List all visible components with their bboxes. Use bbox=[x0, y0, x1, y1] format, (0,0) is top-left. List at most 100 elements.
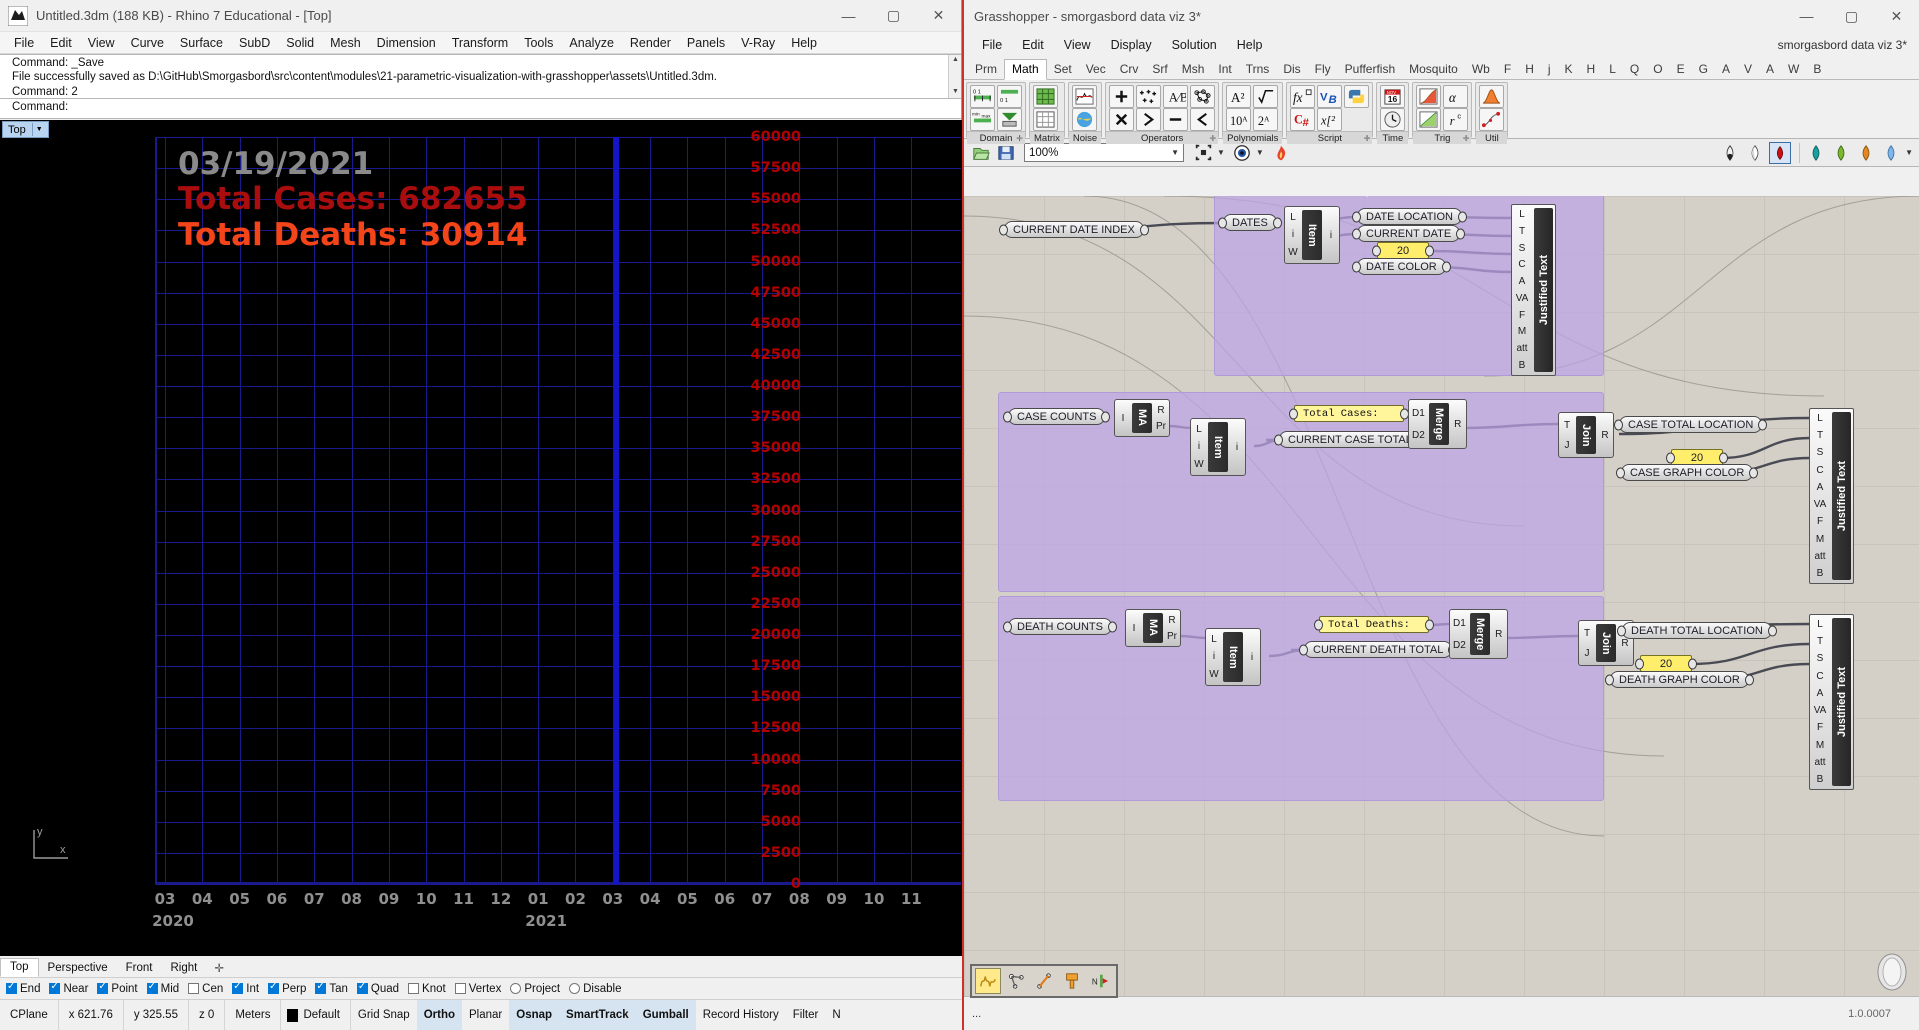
gh-tab-srf-5[interactable]: Srf bbox=[1145, 60, 1174, 79]
noise-perlin-icon[interactable] bbox=[1072, 108, 1097, 131]
checkbox-icon[interactable] bbox=[147, 983, 158, 994]
viewport-tab-perspective[interactable]: Perspective bbox=[39, 960, 117, 977]
gh-tab-w-27[interactable]: W bbox=[1781, 60, 1806, 79]
rhino-viewport[interactable]: Top ▼ 03/19/2021 Total Cases: 682655 Tot… bbox=[0, 120, 962, 956]
gh-tab-o-21[interactable]: O bbox=[1646, 60, 1669, 79]
vb-icon[interactable]: VB bbox=[1317, 85, 1342, 108]
square-root-icon[interactable] bbox=[1253, 85, 1278, 108]
chevron-down-icon[interactable]: ▼ bbox=[1171, 148, 1179, 157]
osnap-point[interactable]: Point bbox=[97, 983, 137, 995]
gh-param-date-color[interactable]: DATE COLOR bbox=[1357, 258, 1446, 275]
status-units[interactable]: Meters bbox=[225, 1000, 281, 1030]
checkbox-icon[interactable] bbox=[268, 983, 279, 994]
rhino-menu-analyze[interactable]: Analyze bbox=[561, 34, 621, 52]
viewport-title-tab[interactable]: Top ▼ bbox=[2, 121, 49, 138]
input-port[interactable] bbox=[1616, 467, 1625, 478]
calendar-icon[interactable]: NOV16 bbox=[1380, 85, 1405, 108]
checkbox-icon[interactable] bbox=[97, 983, 108, 994]
checkbox-icon[interactable] bbox=[188, 983, 199, 994]
osnap-end[interactable]: End bbox=[6, 983, 40, 995]
osnap-mid[interactable]: Mid bbox=[147, 983, 180, 995]
gh-component-item-deaths[interactable]: L i W Item i bbox=[1205, 628, 1261, 686]
input-port[interactable] bbox=[1003, 621, 1012, 632]
gh-tab-vec-3[interactable]: Vec bbox=[1079, 60, 1113, 79]
squiggle-widget-icon[interactable] bbox=[975, 968, 1001, 994]
rhino-menu-panels[interactable]: Panels bbox=[679, 34, 733, 52]
rhino-menu-help[interactable]: Help bbox=[783, 34, 825, 52]
input-port[interactable] bbox=[1274, 434, 1283, 445]
expand-icon[interactable]: ✛ bbox=[1463, 132, 1470, 145]
scroll-up-icon[interactable]: ▲ bbox=[949, 55, 961, 66]
csharp-icon[interactable]: C# bbox=[1290, 108, 1315, 131]
status-toggle-record-history[interactable]: Record History bbox=[696, 1000, 786, 1030]
input-port[interactable] bbox=[999, 224, 1008, 235]
rhino-menu-tools[interactable]: Tools bbox=[516, 34, 561, 52]
osnap-cen[interactable]: Cen bbox=[188, 983, 223, 995]
expand-icon[interactable]: ✛ bbox=[1209, 132, 1216, 145]
python-icon[interactable] bbox=[1344, 85, 1369, 108]
gh-param-case-graph-color[interactable]: CASE GRAPH COLOR bbox=[1621, 464, 1753, 481]
checkbox-icon[interactable] bbox=[357, 983, 368, 994]
input-port[interactable] bbox=[1352, 211, 1361, 222]
gh-component-item-date[interactable]: L i W Item i bbox=[1284, 206, 1340, 264]
checkbox-icon[interactable] bbox=[49, 983, 60, 994]
chevron-down-icon[interactable]: ▼ bbox=[1905, 148, 1913, 157]
gh-tab-v-25[interactable]: V bbox=[1737, 60, 1759, 79]
rhino-menu-vray[interactable]: V-Ray bbox=[733, 34, 783, 52]
gh-param-current-death-total[interactable]: CURRENT DEATH TOTAL bbox=[1304, 641, 1452, 658]
gh-tab-dis-9[interactable]: Dis bbox=[1276, 60, 1307, 79]
chevron-down-icon[interactable]: ▼ bbox=[1256, 148, 1264, 157]
status-layer[interactable]: Default bbox=[281, 1000, 350, 1030]
evaluate-icon[interactable]: x[² bbox=[1317, 108, 1342, 131]
gh-menu-solution[interactable]: Solution bbox=[1162, 35, 1227, 55]
osnap-tan[interactable]: Tan bbox=[315, 983, 348, 995]
green-sphere-icon[interactable] bbox=[1830, 142, 1852, 164]
input-port[interactable] bbox=[1372, 245, 1381, 256]
rhino-menu-mesh[interactable]: Mesh bbox=[322, 34, 369, 52]
larger-than-icon[interactable] bbox=[1136, 108, 1161, 131]
command-history[interactable]: Command: _Save File successfully saved a… bbox=[0, 54, 961, 99]
gh-param-death-total-location[interactable]: DEATH TOTAL LOCATION bbox=[1622, 622, 1772, 639]
output-port[interactable] bbox=[1458, 211, 1467, 222]
osnap-int[interactable]: Int bbox=[232, 983, 259, 995]
grasshopper-canvas[interactable]: DATE LABEL CURRENT DATE INDEX DATES L i … bbox=[964, 196, 1919, 996]
output-port[interactable] bbox=[1101, 411, 1110, 422]
input-port[interactable] bbox=[1003, 411, 1012, 422]
gh-tab-msh-6[interactable]: Msh bbox=[1175, 60, 1212, 79]
profiler-widget-icon[interactable] bbox=[1003, 968, 1029, 994]
output-port[interactable] bbox=[1273, 217, 1282, 228]
rhino-menu-solid[interactable]: Solid bbox=[278, 34, 322, 52]
division-icon[interactable]: A⁄B bbox=[1163, 85, 1188, 108]
gh-tab-g-23[interactable]: G bbox=[1692, 60, 1715, 79]
gh-component-join-cases[interactable]: T J Join R bbox=[1558, 412, 1614, 458]
status-toggle-grid-snap[interactable]: Grid Snap bbox=[351, 1000, 417, 1030]
status-toggle-n[interactable]: N bbox=[825, 1000, 847, 1030]
output-port[interactable] bbox=[1719, 452, 1728, 463]
compass-widget-icon[interactable] bbox=[1031, 968, 1057, 994]
add-viewport-icon[interactable]: ✛ bbox=[206, 959, 232, 977]
gh-menu-help[interactable]: Help bbox=[1227, 35, 1273, 55]
input-port[interactable] bbox=[1666, 452, 1675, 463]
painter-widget-icon[interactable] bbox=[1059, 968, 1085, 994]
interpolate-icon[interactable] bbox=[1479, 108, 1504, 131]
checkbox-icon[interactable] bbox=[569, 983, 580, 994]
gh-tab-j-16[interactable]: j bbox=[1541, 60, 1558, 79]
input-port[interactable] bbox=[1605, 674, 1614, 685]
multiplication-icon[interactable] bbox=[1109, 108, 1134, 131]
rhino-menu-render[interactable]: Render bbox=[622, 34, 679, 52]
status-toggle-filter[interactable]: Filter bbox=[786, 1000, 826, 1030]
input-port[interactable] bbox=[1314, 619, 1323, 630]
output-port[interactable] bbox=[1442, 261, 1451, 272]
bell-curve-icon[interactable] bbox=[1479, 85, 1504, 108]
gh-param-current-date[interactable]: CURRENT DATE bbox=[1357, 225, 1460, 242]
gh-param-case-total-location[interactable]: CASE TOTAL LOCATION bbox=[1619, 416, 1762, 433]
rhino-menu-view[interactable]: View bbox=[80, 34, 123, 52]
matrix-grid-icon[interactable] bbox=[1033, 108, 1058, 131]
rhino-close-button[interactable]: ✕ bbox=[916, 0, 961, 32]
checkbox-icon[interactable] bbox=[315, 983, 326, 994]
output-port[interactable] bbox=[1425, 619, 1434, 630]
gh-tab-crv-4[interactable]: Crv bbox=[1113, 60, 1146, 79]
output-port[interactable] bbox=[1688, 658, 1697, 669]
input-port[interactable] bbox=[1617, 625, 1626, 636]
input-port[interactable] bbox=[1289, 408, 1298, 419]
